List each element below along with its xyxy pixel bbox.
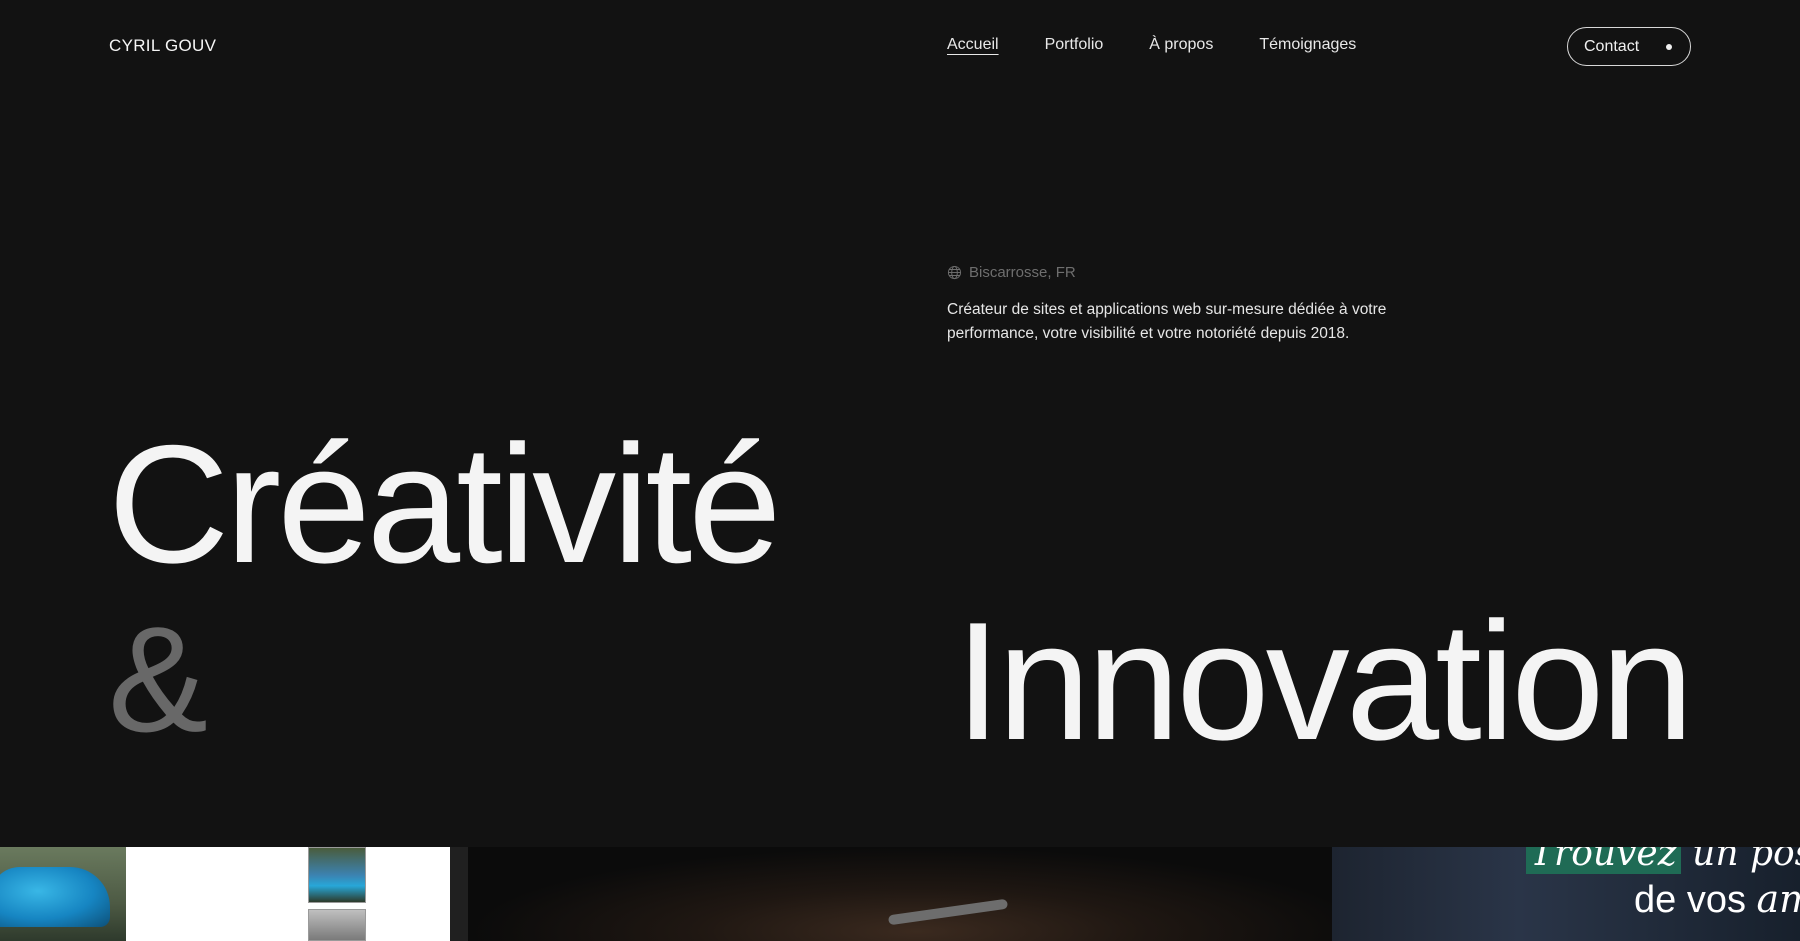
project-text-highlight: Trouvez bbox=[1526, 847, 1681, 874]
project-card-horse[interactable] bbox=[468, 847, 1332, 941]
headline-creativite: Créativité bbox=[108, 410, 782, 598]
location-label: Biscarrosse, FR bbox=[969, 264, 1076, 281]
project-card-gallery[interactable] bbox=[126, 847, 450, 941]
project-text-line-1-rest: un post bbox=[1692, 847, 1800, 874]
intro-text: Créateur de sites et applications web su… bbox=[947, 301, 1387, 342]
contact-button-label: Contact bbox=[1584, 37, 1640, 55]
location: Biscarrosse, FR bbox=[947, 264, 1076, 281]
headline-innovation: Innovation bbox=[954, 587, 1694, 775]
project-text-line-2-italic: am bbox=[1756, 877, 1800, 921]
contact-button[interactable]: Contact bbox=[1567, 27, 1691, 66]
nav-item-temoignages[interactable]: Témoignages bbox=[1259, 36, 1356, 54]
project-card-car[interactable] bbox=[0, 847, 126, 941]
project-text-line-2: de vos am bbox=[1634, 877, 1800, 922]
nav-item-portfolio[interactable]: Portfolio bbox=[1045, 36, 1104, 54]
main-nav: Accueil Portfolio À propos Témoignages bbox=[947, 36, 1356, 54]
project-strip: Trouvez un post de vos am bbox=[0, 847, 1800, 941]
page: CYRIL GOUV Accueil Portfolio À propos Té… bbox=[0, 0, 1800, 941]
gallery-thumbnail[interactable] bbox=[308, 847, 366, 903]
car-image bbox=[0, 867, 110, 927]
headline-ampersand: & bbox=[108, 595, 209, 763]
project-text-line-2-plain: de vos bbox=[1634, 879, 1757, 921]
gallery-thumbnail[interactable] bbox=[308, 909, 366, 941]
project-card-text[interactable]: Trouvez un post de vos am bbox=[1332, 847, 1800, 941]
project-text-line-1: Trouvez un post bbox=[1526, 847, 1800, 874]
horse-image bbox=[887, 898, 1009, 926]
strip-divider bbox=[450, 847, 468, 941]
nav-item-accueil[interactable]: Accueil bbox=[947, 36, 999, 54]
nav-item-a-propos[interactable]: À propos bbox=[1149, 36, 1213, 54]
brand-logo[interactable]: CYRIL GOUV bbox=[109, 36, 216, 56]
globe-icon bbox=[947, 265, 962, 280]
dot-icon bbox=[1666, 43, 1672, 50]
